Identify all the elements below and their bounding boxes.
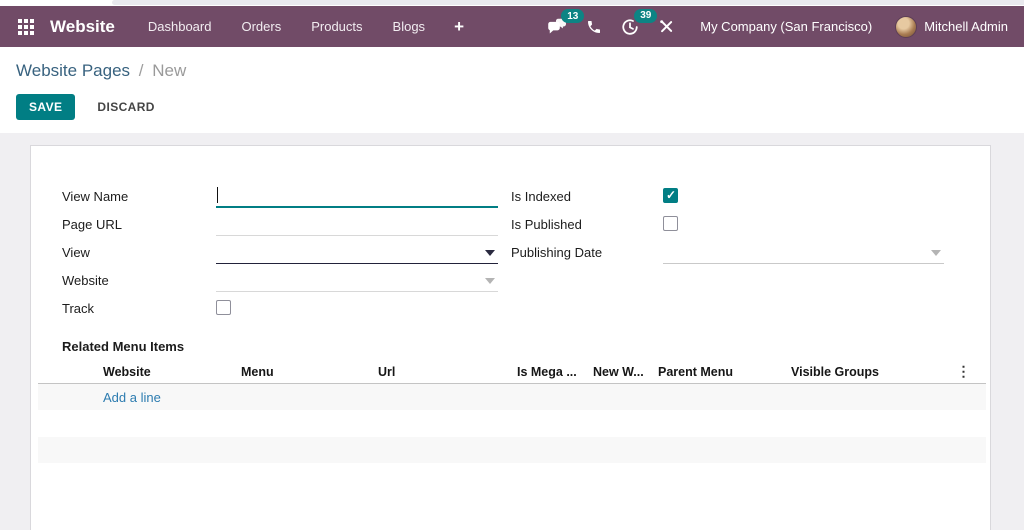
action-buttons: SAVE DISCARD [16,94,1008,120]
activities-count-badge: 39 [634,8,658,23]
header-parent-menu[interactable]: Parent Menu [646,365,779,379]
new-content-plus-button[interactable]: + [440,17,478,37]
user-avatar [895,15,918,38]
main-navbar: Website Dashboard Orders Products Blogs … [0,6,1024,47]
app-brand-website[interactable]: Website [50,17,115,37]
header-is-mega-menu[interactable]: Is Mega ... [505,365,581,379]
is-indexed-checkbox[interactable] [663,188,678,203]
field-row-is-indexed: Is Indexed [511,186,944,214]
field-row-view-name: View Name [62,186,498,214]
is-published-checkbox[interactable] [663,216,678,231]
view-select-input[interactable] [216,242,498,263]
add-a-line-link[interactable]: Add a line [103,390,161,405]
page-url-field[interactable] [216,214,498,236]
field-row-page-url: Page URL [62,214,498,242]
header-visible-groups[interactable]: Visible Groups [779,365,941,379]
messages-count-badge: 13 [561,9,585,23]
voip-button[interactable] [586,19,602,35]
add-line-row: Add a line [38,384,986,410]
empty-list-row [38,437,986,463]
view-select-field[interactable] [216,242,498,264]
top-edge-artifact [0,0,1024,6]
app-menu: Dashboard Orders Products Blogs + [133,6,478,47]
debug-tools-button[interactable] [658,18,675,35]
nav-item-products[interactable]: Products [296,6,377,47]
is-published-field [663,214,944,236]
field-row-publishing-date: Publishing Date [511,242,944,270]
optional-columns-kebab-icon[interactable]: ⋮ [957,364,971,379]
nav-item-dashboard[interactable]: Dashboard [133,6,227,47]
company-switcher[interactable]: My Company (San Francisco) [700,19,872,34]
form-view-background: View Name Page URL View Website Track Is… [0,133,1024,530]
list-header-row: Website Menu Url Is Mega ... New W... Pa… [38,360,986,384]
messages-button[interactable]: 13 [548,9,585,35]
website-select-field[interactable] [216,270,498,292]
view-name-label: View Name [62,189,129,204]
form-right-column: Is Indexed Is Published Publishing Date [511,186,944,270]
related-menu-items-title: Related Menu Items [62,339,185,354]
is-indexed-field [663,186,944,208]
discard-button[interactable]: DISCARD [89,94,162,120]
header-url[interactable]: Url [366,365,505,379]
page-url-input[interactable] [216,214,498,235]
website-label: Website [62,273,109,288]
chevron-down-icon [485,250,495,256]
text-cursor [217,187,218,203]
page-url-label: Page URL [62,217,122,232]
phone-icon [586,19,602,35]
related-menu-items-list: Website Menu Url Is Mega ... New W... Pa… [38,360,986,463]
odoo-backend-window: Website Dashboard Orders Products Blogs … [0,0,1024,530]
publishing-date-input[interactable] [663,242,944,263]
breadcrumb-website-pages-link[interactable]: Website Pages [16,61,130,80]
user-menu[interactable]: Mitchell Admin [895,15,1008,38]
field-row-view: View [62,242,498,270]
top-edge-pill [112,0,1024,5]
breadcrumb-separator: / [138,61,144,80]
track-field [216,298,498,320]
save-button[interactable]: SAVE [16,94,76,120]
apps-grid-icon [18,18,34,35]
track-label: Track [62,301,95,316]
publishing-date-field[interactable] [663,242,944,264]
nav-item-blogs[interactable]: Blogs [378,6,441,47]
view-label: View [62,245,90,260]
field-row-website: Website [62,270,498,298]
website-select-input[interactable] [216,270,498,291]
field-row-track: Track [62,298,498,326]
header-website[interactable]: Website [91,365,229,379]
publishing-date-label: Publishing Date [511,245,603,260]
is-published-label: Is Published [511,217,582,232]
apps-menu-button[interactable] [16,17,36,37]
form-sheet: View Name Page URL View Website Track Is… [30,145,991,530]
crossed-tools-icon [658,18,675,35]
breadcrumb: Website Pages / New [16,61,1008,81]
activities-button[interactable]: 39 [621,8,658,36]
field-row-is-published: Is Published [511,214,944,242]
form-left-column: View Name Page URL View Website Track [62,186,498,326]
empty-list-row [38,410,986,437]
control-panel: Website Pages / New SAVE DISCARD [0,47,1024,133]
user-name: Mitchell Admin [924,19,1008,34]
chevron-down-icon [485,278,495,284]
track-checkbox[interactable] [216,300,231,315]
view-name-input[interactable] [216,186,498,206]
view-name-field[interactable] [216,186,498,208]
nav-item-orders[interactable]: Orders [226,6,296,47]
chevron-down-icon [931,250,941,256]
is-indexed-label: Is Indexed [511,189,571,204]
header-new-window[interactable]: New W... [581,365,646,379]
header-menu[interactable]: Menu [229,365,366,379]
breadcrumb-current-new: New [152,61,187,80]
systray: 13 39 My Company (San Francisco) Mitchel… [548,8,1008,38]
